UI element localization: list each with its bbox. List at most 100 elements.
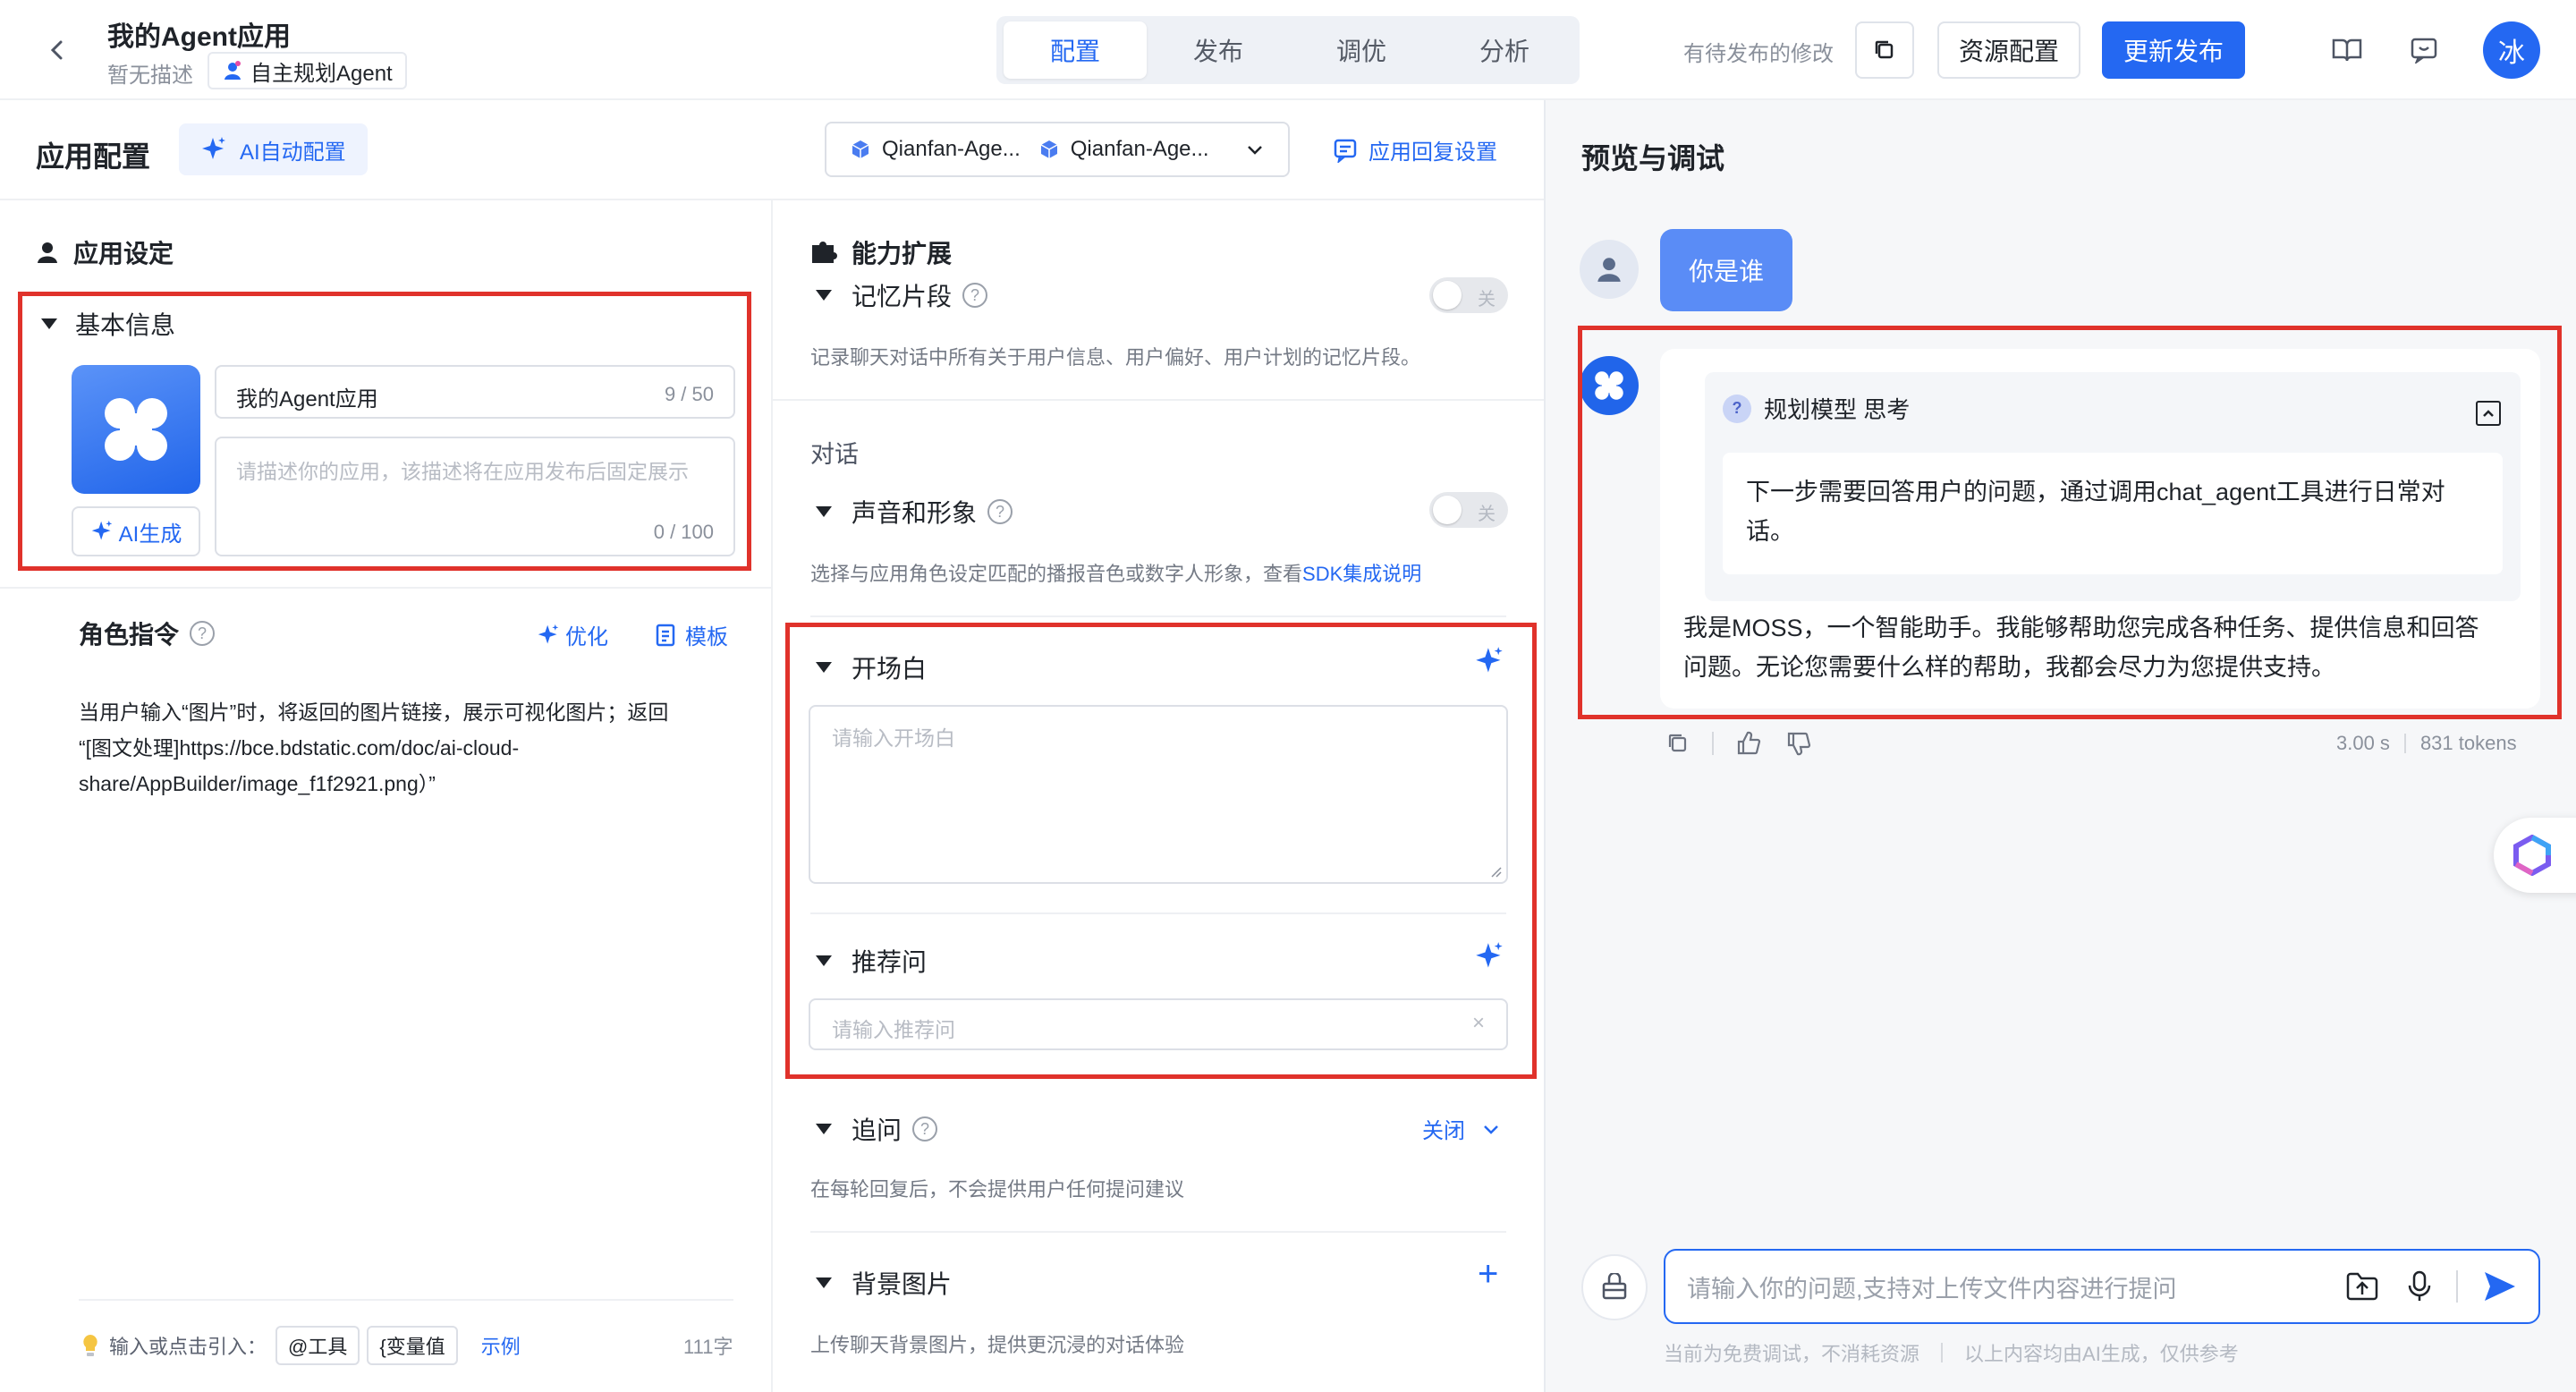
lightbulb-icon [83,1335,97,1356]
assistant-float-button[interactable] [2494,818,2576,893]
help-icon[interactable]: ? [190,621,216,646]
tab-publish[interactable]: 发布 [1147,21,1290,79]
memory-toggle[interactable]: 关 [1429,277,1508,313]
chevron-down-icon [1248,146,1262,155]
role-instruction-editor[interactable]: 当用户输入“图片”时，将返回的图片链接，展示可视化图片；返回 “[图文处理]ht… [79,694,741,1267]
column-divider [771,200,773,1392]
divider [2456,1270,2458,1303]
resource-config-button[interactable]: 资源配置 [1937,21,2080,79]
user-icon [1597,258,1621,282]
role-instruction-line: 当用户输入“图片”时，将返回的图片链接，展示可视化图片；返回 [79,700,669,724]
collapse-arrow-icon [816,506,832,517]
divider [810,1231,1506,1233]
optimize-button[interactable]: 优化 [537,619,608,650]
thumbs-up-icon[interactable] [1735,730,1762,757]
app-settings-header: 应用设定 [36,234,174,270]
role-instruction-line: “[图文处理]https://bce.bdstatic.com/doc/ai-c… [79,736,520,760]
chat-input[interactable]: 请输入你的问题,支持对上传文件内容进行提问 [1664,1249,2540,1324]
voice-toggle[interactable]: 关 [1429,492,1508,528]
ai-auto-config-button[interactable]: AI自动配置 [179,123,368,175]
memory-toggle-label: 关 [1478,290,1496,310]
memory-header[interactable]: 记忆片段 ? [816,277,988,313]
template-icon [656,624,675,646]
followup-title: 追问 [852,1116,902,1144]
user-message-text: 你是谁 [1689,258,1765,285]
voice-toggle-label: 关 [1478,505,1496,524]
followup-description: 在每轮回复后，不会提供用户任何提问建议 [810,1178,1185,1201]
reply-settings-label: 应用回复设置 [1368,140,1497,165]
voice-description-text: 选择与应用角色设定匹配的播报音色或数字人形象，查看 [810,563,1303,585]
tab-config[interactable]: 配置 [1004,21,1147,79]
copy-icon [1875,40,1894,59]
memory-description: 记录聊天对话中所有关于用户信息、用户偏好、用户计划的记忆片段。 [810,346,1421,369]
highlight-box-opening [785,623,1537,1079]
config-header: 应用配置 AI自动配置 Qianfan-Age... Qianfan-Age..… [0,100,1544,200]
collapse-arrow-icon [816,1124,832,1134]
send-icon[interactable] [2481,1269,2517,1303]
followup-select[interactable]: 关闭 [1422,1113,1501,1144]
puzzle-icon [812,242,837,263]
update-publish-button[interactable]: 更新发布 [2102,21,2245,79]
divider [1941,1343,1944,1362]
new-chat-button[interactable] [1581,1254,1648,1320]
feedback-icon[interactable] [2402,29,2445,72]
sparkle-icon [538,624,559,644]
agent-type-badge: 自主规划Agent [208,52,407,89]
voice-title: 声音和形象 [852,499,978,527]
insert-tool-chip[interactable]: @工具 [275,1326,360,1365]
model-selector[interactable]: Qianfan-Age... Qianfan-Age... [825,122,1290,177]
config-title: 应用配置 [36,140,151,173]
back-icon[interactable] [36,29,79,72]
app-name: 我的Agent应用 [107,22,291,52]
agent-icon [225,61,241,80]
free-debug-note: 当前为免费调试，不消耗资源 [1664,1343,1920,1365]
help-icon[interactable]: ? [987,499,1013,524]
docs-icon[interactable] [2326,29,2368,72]
chevron-down-icon [1484,1125,1498,1134]
app-description: 暂无描述 [107,64,193,88]
example-link[interactable]: 示例 [481,1331,521,1360]
cube-icon [852,140,869,158]
insert-variable-chip[interactable]: {变量值 [367,1326,458,1365]
optimize-label: 优化 [565,625,608,649]
upload-file-icon[interactable] [2345,1271,2379,1302]
user-avatar[interactable]: 冰 [2483,21,2540,79]
dialog-section-title: 对话 [810,441,859,468]
copy-icon[interactable] [1665,731,1690,756]
message-actions [1665,730,1812,757]
role-instruction-header: 角色指令 ? [79,615,216,651]
toggle-knob [1433,496,1462,524]
ai-auto-config-label: AI自动配置 [240,140,346,165]
copy-button[interactable] [1855,21,1914,79]
tab-analytics[interactable]: 分析 [1433,21,1576,79]
thumbs-down-icon[interactable] [1785,730,1812,757]
followup-header[interactable]: 追问 ? [816,1111,938,1147]
help-icon[interactable]: ? [912,1116,938,1142]
add-background-icon[interactable]: + [1478,1254,1498,1294]
tab-tuning[interactable]: 调优 [1290,21,1433,79]
agent-type-label: 自主规划Agent [250,61,393,86]
template-button[interactable]: 模板 [655,619,728,650]
divider [0,587,771,589]
capabilities-title: 能力扩展 [852,240,953,267]
toggle-knob [1433,281,1462,310]
sdk-docs-link[interactable]: SDK集成说明 [1302,558,1421,587]
insert-hint: 输入或点击引入： [109,1336,267,1358]
collapse-arrow-icon [816,290,832,301]
char-count: 111字 [683,1336,733,1358]
top-bar: 我的Agent应用 暂无描述 自主规划Agent 配置 发布 调优 分析 有待发… [0,0,2576,100]
divider [1712,732,1714,755]
chat-settings-icon [1334,139,1357,163]
voice-header[interactable]: 声音和形象 ? [816,494,1013,530]
microphone-icon[interactable] [2406,1270,2433,1303]
divider [79,1299,733,1301]
help-icon[interactable]: ? [962,283,988,308]
divider [771,399,1544,401]
background-image-header[interactable]: 背景图片 [816,1265,952,1301]
reply-settings-button[interactable]: 应用回复设置 [1333,134,1497,166]
user-avatar-small [1580,240,1639,299]
model-2-label: Qianfan-Age... [1070,137,1209,161]
user-icon [38,242,57,263]
followup-state: 关闭 [1422,1119,1465,1143]
model-1-label: Qianfan-Age... [882,137,1021,161]
